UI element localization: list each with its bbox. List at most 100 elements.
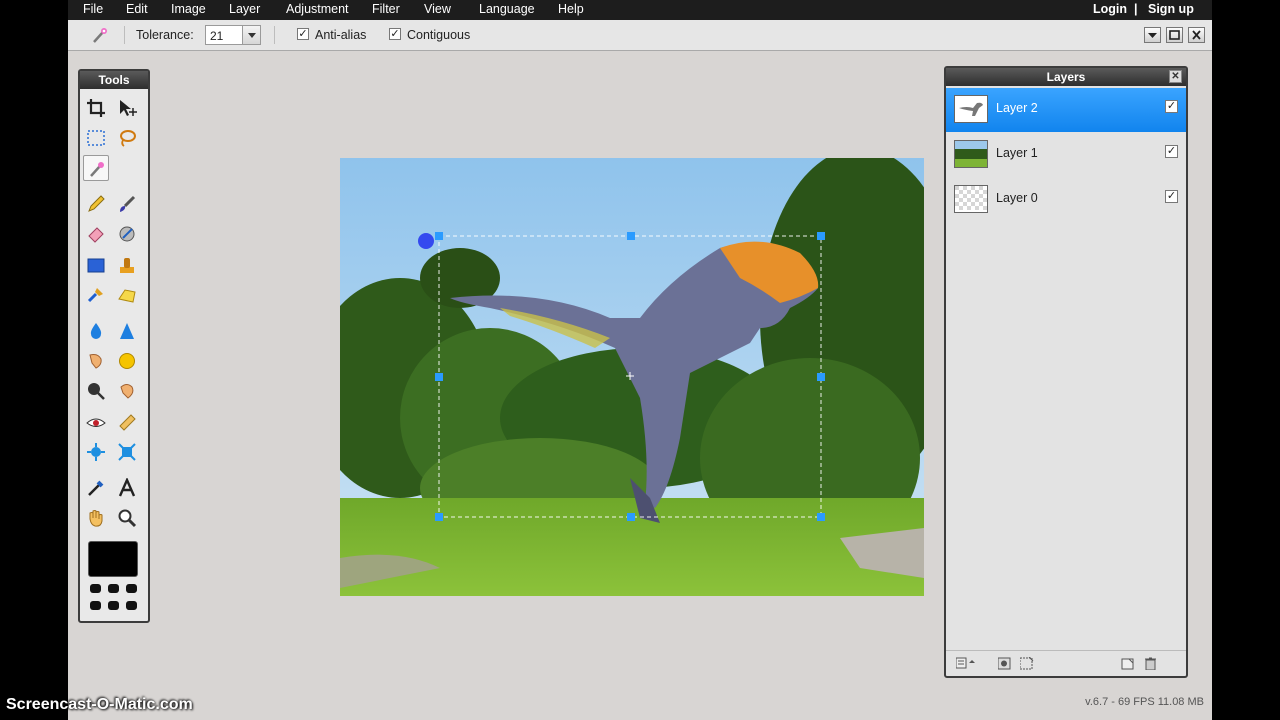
- tolerance-dropdown[interactable]: 21: [205, 25, 261, 45]
- brush-tool-button[interactable]: [114, 191, 140, 217]
- layers-title-text: Layers: [1046, 70, 1086, 84]
- pinch-icon: [118, 443, 136, 461]
- type-tool-button[interactable]: [114, 475, 140, 501]
- pencil-icon: [88, 195, 105, 212]
- editor-workspace: File Edit Image Layer Adjustment Filter …: [68, 0, 1212, 720]
- smudge-tool-button[interactable]: [83, 348, 109, 374]
- close-icon[interactable]: ✕: [1169, 70, 1182, 83]
- sharpen-tool-button[interactable]: [114, 318, 140, 344]
- chevron-down-icon[interactable]: [242, 26, 260, 44]
- magic-wand-tool-button[interactable]: [83, 155, 109, 181]
- gradient-tool-button[interactable]: [83, 252, 109, 278]
- layers-footer: [946, 650, 1186, 676]
- color-replace-tool-button[interactable]: [83, 282, 109, 308]
- layer-item-layer-2[interactable]: Layer 2 ✓: [946, 88, 1186, 132]
- menu-help[interactable]: Help: [558, 2, 584, 16]
- dodge-icon: [88, 383, 105, 400]
- antialias-checkbox[interactable]: ✓: [297, 28, 309, 40]
- move-tool-button[interactable]: [114, 95, 140, 121]
- crop-tool-button[interactable]: [83, 95, 109, 121]
- tolerance-label: Tolerance:: [136, 28, 194, 42]
- layer-thumbnail: [954, 140, 988, 168]
- drawing-tool-button[interactable]: [114, 282, 140, 308]
- divider: [124, 26, 125, 44]
- menu-bar: File Edit Image Layer Adjustment Filter …: [68, 0, 1212, 20]
- login-link[interactable]: Login: [1093, 2, 1127, 16]
- spot-heal-tool-button[interactable]: [114, 409, 140, 435]
- tool-options-bar: Tolerance: 21 ✓ Anti-alias ✓ Contiguous: [68, 20, 1212, 51]
- burn-icon: [120, 384, 134, 399]
- pinch-tool-button[interactable]: [114, 439, 140, 465]
- dodge-tool-button[interactable]: [83, 378, 109, 404]
- blur-tool-button[interactable]: [83, 318, 109, 344]
- menu-language[interactable]: Language: [479, 2, 535, 16]
- sponge-tool-button[interactable]: [114, 348, 140, 374]
- layers-title: Layers ✕: [946, 68, 1186, 86]
- palette-dot[interactable]: [126, 601, 137, 610]
- antialias-label: Anti-alias: [315, 28, 367, 42]
- bloat-tool-button[interactable]: [83, 439, 109, 465]
- layer-settings-icon[interactable]: [1019, 656, 1034, 670]
- text-icon: [118, 478, 136, 497]
- layer-name[interactable]: Layer 1: [996, 146, 1038, 160]
- palette-dot[interactable]: [108, 584, 119, 593]
- image-canvas[interactable]: [340, 158, 924, 596]
- hand-tool-button[interactable]: [83, 505, 109, 531]
- menu-view[interactable]: View: [424, 2, 451, 16]
- color-picker-tool-button[interactable]: [83, 475, 109, 501]
- palette-dot[interactable]: [126, 584, 137, 593]
- lasso-tool-button[interactable]: [114, 125, 140, 151]
- layer-styles-icon[interactable]: [955, 657, 975, 670]
- palette-dot[interactable]: [90, 601, 101, 610]
- eyedropper-icon: [88, 480, 104, 496]
- tools-title: Tools: [80, 71, 148, 89]
- menu-adjustment[interactable]: Adjustment: [286, 2, 349, 16]
- drawing-icon: [118, 289, 136, 303]
- replace-color-tool-button[interactable]: [114, 221, 140, 247]
- zoom-tool-button[interactable]: [114, 505, 140, 531]
- menu-edit[interactable]: Edit: [126, 2, 148, 16]
- eye-icon: [86, 418, 106, 427]
- magnifier-icon: [118, 509, 137, 528]
- layer-item-layer-0[interactable]: Layer 0 ✓: [946, 178, 1186, 222]
- layer-name[interactable]: Layer 2: [996, 101, 1038, 115]
- eraser-tool-button[interactable]: [83, 221, 109, 247]
- palette-dot[interactable]: [90, 584, 101, 593]
- contiguous-checkbox[interactable]: ✓: [389, 28, 401, 40]
- maximize-button[interactable]: [1166, 27, 1183, 43]
- hand-icon: [89, 510, 103, 527]
- layer-mask-icon[interactable]: [997, 657, 1012, 670]
- burn-tool-button[interactable]: [114, 378, 140, 404]
- tools-panel: Tools: [78, 69, 150, 623]
- red-eye-tool-button[interactable]: [83, 409, 109, 435]
- layer-thumbnail: [954, 185, 988, 213]
- new-layer-icon[interactable]: [1121, 657, 1135, 670]
- pencil-tool-button[interactable]: [83, 191, 109, 217]
- palette-dot[interactable]: [108, 601, 119, 610]
- layer-name[interactable]: Layer 0: [996, 191, 1038, 205]
- layer-visibility-checkbox[interactable]: ✓: [1165, 190, 1178, 203]
- marquee-tool-button[interactable]: [83, 125, 109, 151]
- status-readout: v.6.7 - 69 FPS 11.08 MB: [1085, 696, 1204, 708]
- eraser-icon: [88, 227, 104, 243]
- signup-link[interactable]: Sign up: [1148, 2, 1194, 16]
- layer-visibility-checkbox[interactable]: ✓: [1165, 145, 1178, 158]
- tolerance-value: 21: [210, 29, 224, 43]
- layer-item-layer-1[interactable]: Layer 1 ✓: [946, 133, 1186, 177]
- trash-icon[interactable]: [1144, 657, 1158, 671]
- magic-wand-icon: [90, 25, 110, 45]
- sponge-icon: [119, 353, 135, 369]
- menu-image[interactable]: Image: [171, 2, 206, 16]
- minimize-button[interactable]: [1144, 27, 1161, 43]
- layers-panel: Layers ✕ Layer 2 ✓ Layer 1 ✓ Layer 0 ✓: [944, 66, 1188, 678]
- close-button[interactable]: [1188, 27, 1205, 43]
- clone-stamp-icon: [120, 258, 134, 273]
- auth-separator: |: [1134, 2, 1138, 16]
- foreground-color-swatch[interactable]: [88, 541, 138, 577]
- menu-file[interactable]: File: [83, 2, 103, 16]
- menu-layer[interactable]: Layer: [229, 2, 260, 16]
- clone-stamp-tool-button[interactable]: [114, 252, 140, 278]
- contiguous-label: Contiguous: [407, 28, 471, 42]
- layer-visibility-checkbox[interactable]: ✓: [1165, 100, 1178, 113]
- menu-filter[interactable]: Filter: [372, 2, 400, 16]
